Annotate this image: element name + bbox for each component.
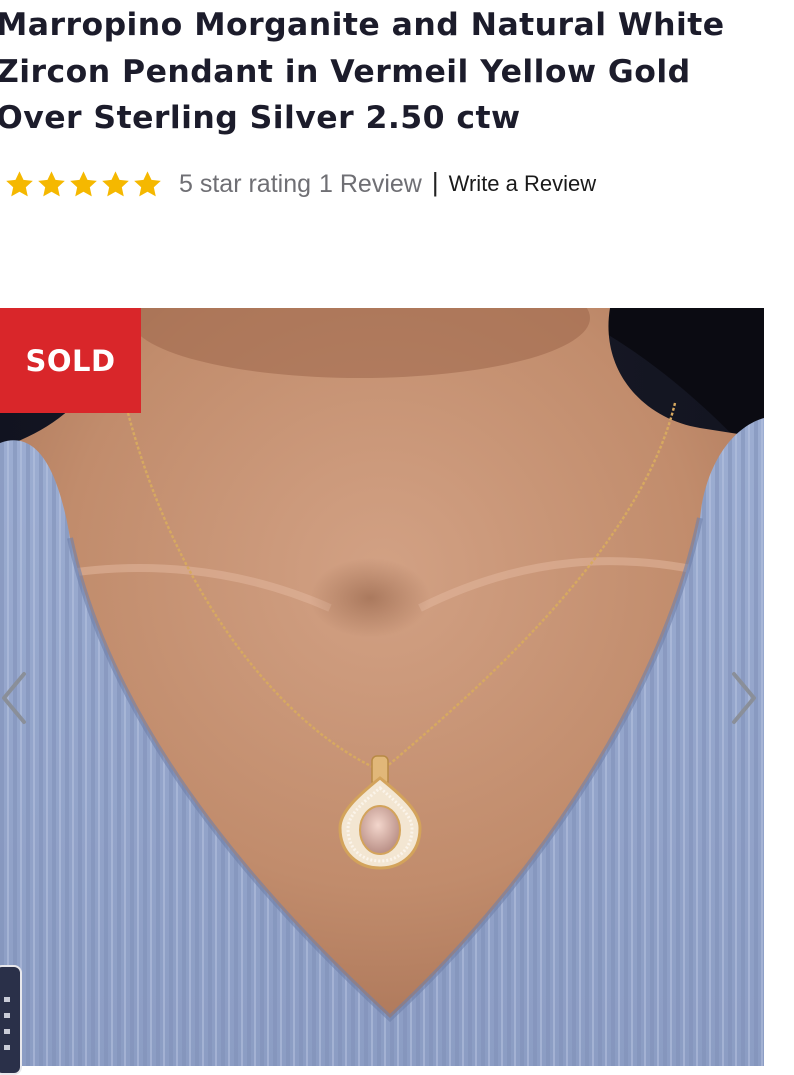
product-title: Marropino Morganite and Natural White Zi… xyxy=(0,7,725,136)
star-icon xyxy=(38,170,65,196)
separator: | xyxy=(431,166,439,197)
chevron-right-icon xyxy=(732,672,756,724)
review-count-link[interactable]: 1 Review xyxy=(319,170,422,199)
product-image-gallery[interactable]: SOLD xyxy=(0,308,764,1066)
chevron-left-icon xyxy=(2,672,26,724)
rating-row: 5 star rating 1 Review | Write a Review xyxy=(4,164,596,204)
star-rating xyxy=(4,169,163,200)
star-icon xyxy=(134,170,161,196)
next-image-button[interactable] xyxy=(724,668,764,728)
product-photo xyxy=(0,308,764,1066)
star-icon xyxy=(6,170,33,196)
floating-side-widget[interactable] xyxy=(0,965,22,1075)
star-icon xyxy=(102,170,129,196)
star-icon xyxy=(70,170,97,196)
write-review-link[interactable]: Write a Review xyxy=(449,171,597,197)
sold-badge: SOLD xyxy=(0,308,141,413)
previous-image-button[interactable] xyxy=(0,668,34,728)
rating-text: 5 star rating xyxy=(179,169,312,198)
widget-icon xyxy=(4,997,10,1057)
